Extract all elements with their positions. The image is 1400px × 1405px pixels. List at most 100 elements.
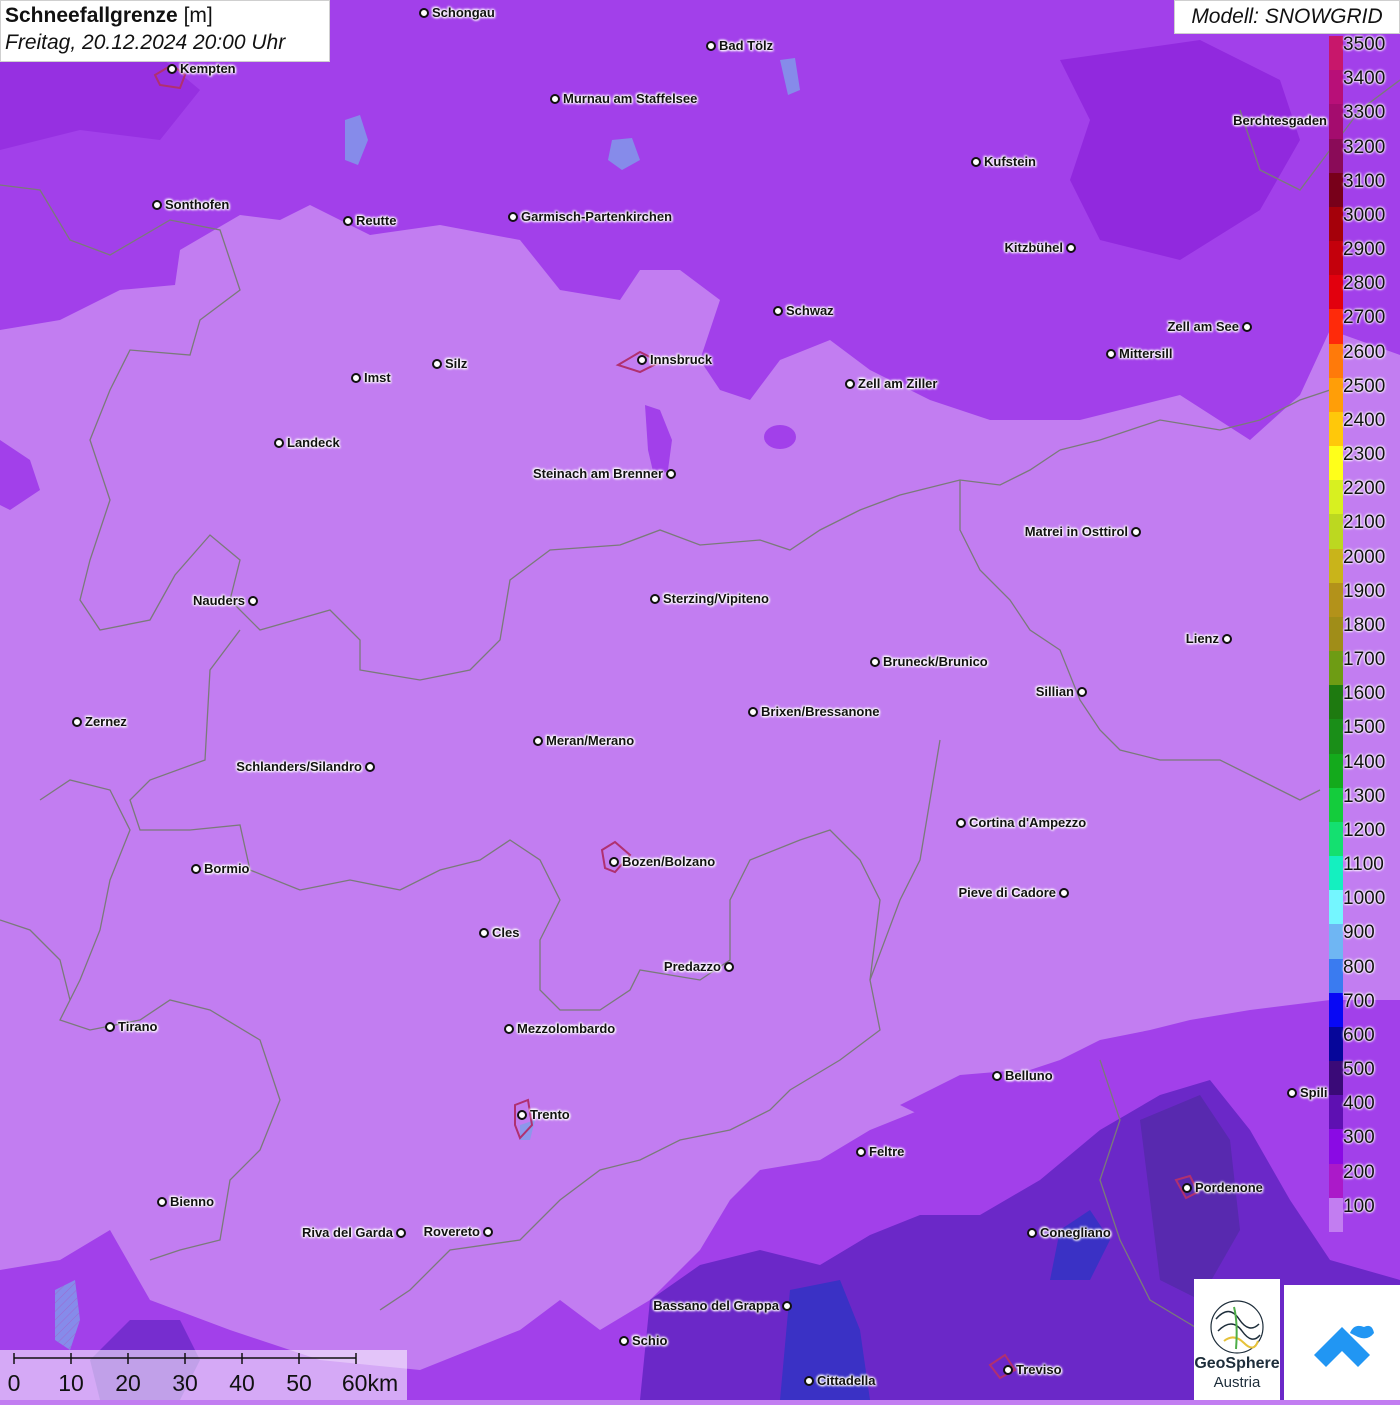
legend-label: 1700 (1343, 649, 1386, 671)
legend-swatch (1329, 992, 1343, 1028)
city-marker (856, 1147, 866, 1157)
city-marker (870, 657, 880, 667)
legend-swatch (1329, 411, 1343, 447)
legend-label: 2700 (1343, 307, 1386, 329)
scale-label: 30 (172, 1370, 198, 1396)
legend-swatch (1329, 241, 1343, 276)
city-label: Brixen/Bressanone (761, 704, 880, 719)
city-label: Bienno (170, 1194, 215, 1209)
city-marker (483, 1227, 493, 1237)
map-title: Schneefallgrenze [m] (5, 4, 325, 28)
city-label: Landeck (287, 435, 340, 450)
legend-label: 1900 (1343, 580, 1386, 602)
city-marker (1222, 634, 1232, 644)
legend-swatch (1329, 138, 1343, 174)
city-label: Kufstein (984, 154, 1036, 169)
legend-label: 700 (1343, 990, 1375, 1012)
city-label: Cortina d'Ampezzo (969, 815, 1087, 830)
legend-swatch (1329, 480, 1343, 515)
city-marker (666, 469, 676, 479)
legend-label: 900 (1343, 922, 1375, 944)
city-label: Zell am See (1167, 319, 1239, 334)
city-marker (845, 379, 855, 389)
city-label: Berchtesgaden (1233, 113, 1327, 128)
city-label: Tirano (118, 1019, 158, 1034)
legend-swatch (1329, 890, 1343, 925)
legend-swatch (1329, 70, 1343, 105)
city-marker (152, 200, 162, 210)
city-label: Rovereto (423, 1224, 480, 1239)
city-marker (479, 928, 489, 938)
legend-swatch (1329, 821, 1343, 857)
city-label: Nauders (192, 593, 245, 608)
city-label: Cittadella (817, 1373, 876, 1388)
title-unit: [m] (183, 4, 213, 27)
city-marker (248, 596, 258, 606)
legend-label: 800 (1343, 956, 1375, 978)
city-label: Kempten (180, 61, 236, 76)
legend-label: 2500 (1343, 375, 1386, 397)
city-marker (157, 1197, 167, 1207)
legend-label: 1500 (1343, 717, 1386, 739)
legend-swatch (1329, 104, 1343, 139)
legend-swatch (1329, 1026, 1343, 1062)
legend-label: 3300 (1343, 102, 1386, 124)
city-label: Conegliano (1040, 1225, 1111, 1240)
legend-label: 3200 (1343, 136, 1386, 158)
city-marker (1242, 322, 1252, 332)
geosphere-emblem-icon (1210, 1300, 1264, 1354)
city-label: Sonthofen (165, 197, 230, 212)
city-marker (1066, 243, 1076, 253)
legend-label: 1200 (1343, 819, 1386, 841)
city-marker (432, 359, 442, 369)
snow-app-logo (1284, 1285, 1400, 1400)
map-datetime: Freitag, 20.12.2024 20:00 Uhr (5, 31, 286, 54)
legend-label: 2200 (1343, 478, 1386, 500)
city-label: Spili (1300, 1085, 1328, 1100)
city-marker (804, 1376, 814, 1386)
legend-swatch (1329, 514, 1343, 550)
city-marker (105, 1022, 115, 1032)
legend-label: 1100 (1343, 854, 1384, 876)
city-marker (773, 306, 783, 316)
city-marker (1059, 888, 1069, 898)
city-label: Reutte (356, 213, 397, 228)
city-marker (1003, 1365, 1013, 1375)
legend-label: 2000 (1343, 546, 1386, 568)
legend-label: 400 (1343, 1093, 1375, 1115)
legend-label: 1300 (1343, 785, 1386, 807)
legend-label: 3100 (1343, 170, 1386, 192)
legend-label: 1400 (1343, 751, 1386, 773)
scale-label: 20 (115, 1370, 141, 1396)
title-main: Schneefallgrenze (5, 4, 178, 27)
city-label: Treviso (1016, 1362, 1062, 1377)
legend-swatch (1329, 309, 1343, 345)
legend-label: 2900 (1343, 239, 1386, 261)
city-marker (274, 438, 284, 448)
logo-name: GeoSphere (1194, 1355, 1280, 1372)
city-label: Bad Tölz (719, 38, 774, 53)
city-marker (706, 41, 716, 51)
city-label: Zernez (85, 714, 127, 729)
legend-swatch (1329, 446, 1343, 481)
legend-label: 3000 (1343, 204, 1386, 226)
city-label: Steinach am Brenner (532, 466, 663, 481)
city-marker (351, 373, 361, 383)
legend-label: 600 (1343, 1024, 1375, 1046)
city-marker (782, 1301, 792, 1311)
city-label: Schwaz (786, 303, 834, 318)
legend-swatch (1329, 275, 1343, 310)
city-marker (637, 355, 647, 365)
city-label: Predazzo (663, 959, 721, 974)
city-label: Belluno (1005, 1068, 1053, 1083)
city-label: Silz (445, 356, 468, 371)
city-label: Pieve di Cadore (958, 885, 1056, 900)
city-label: Zell am Ziller (858, 376, 938, 391)
city-label: Cles (492, 925, 520, 940)
city-marker (396, 1228, 406, 1238)
city-marker (1131, 527, 1141, 537)
legend-label: 1800 (1343, 614, 1386, 636)
scale-label: 60km (341, 1370, 399, 1396)
city-marker (1106, 349, 1116, 359)
city-marker (619, 1336, 629, 1346)
